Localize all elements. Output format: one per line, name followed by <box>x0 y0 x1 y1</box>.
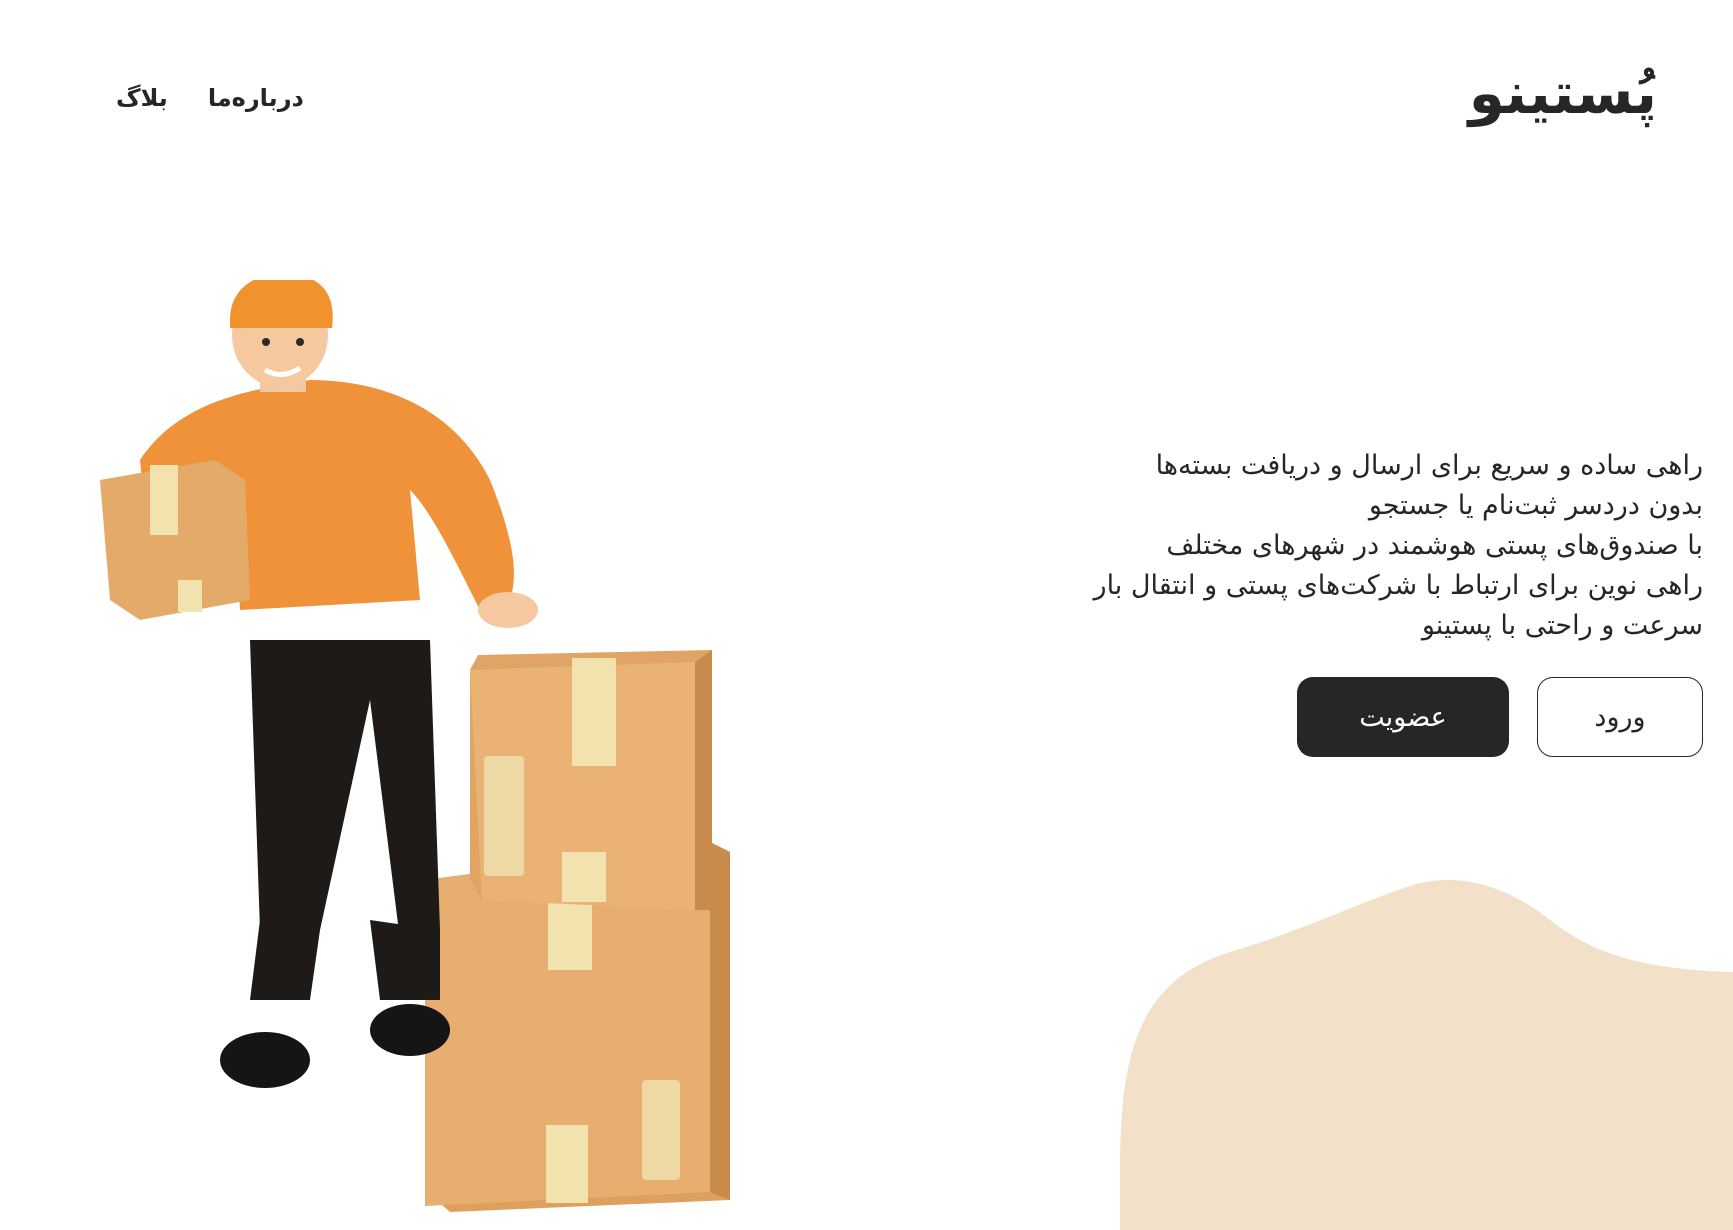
hero-line: راهی ساده و سریع برای ارسال و دریافت بست… <box>1155 450 1703 481</box>
decorative-blob <box>1120 880 1733 1230</box>
hero-line: با صندوق‌های پستی هوشمند در شهرهای مختلف <box>1166 530 1703 561</box>
hero-actions: عضویت ورود <box>1297 677 1703 757</box>
hero-line: سرعت و راحتی با پستینو <box>1421 610 1703 641</box>
delivery-man-illustration <box>100 280 730 1212</box>
cap-icon <box>230 280 333 328</box>
login-button[interactable]: ورود <box>1537 677 1703 757</box>
hero-description: راهی ساده و سریع برای ارسال و دریافت بست… <box>1023 446 1703 646</box>
small-box-icon <box>100 460 250 620</box>
legs-icon <box>250 640 440 1000</box>
nav-about-link[interactable]: درباره‌ما <box>208 84 304 112</box>
landing-page: پُستینو بلاگ درباره‌ما <box>0 0 1733 1230</box>
medium-box-icon <box>470 650 712 910</box>
right-shoe-icon <box>370 1004 450 1056</box>
nav-blog-link[interactable]: بلاگ <box>116 84 168 112</box>
hero-line: بدون دردسر ثبت‌نام یا جستجو <box>1368 490 1703 521</box>
hand-icon <box>478 592 538 628</box>
join-button[interactable]: عضویت <box>1297 677 1509 757</box>
logo[interactable]: پُستینو <box>1469 61 1657 126</box>
left-shoe-icon <box>220 1032 310 1088</box>
top-nav: بلاگ درباره‌ما <box>116 84 304 112</box>
hero-line: راهی نوین برای ارتباط با شرکت‌های پستی و… <box>1093 570 1703 601</box>
